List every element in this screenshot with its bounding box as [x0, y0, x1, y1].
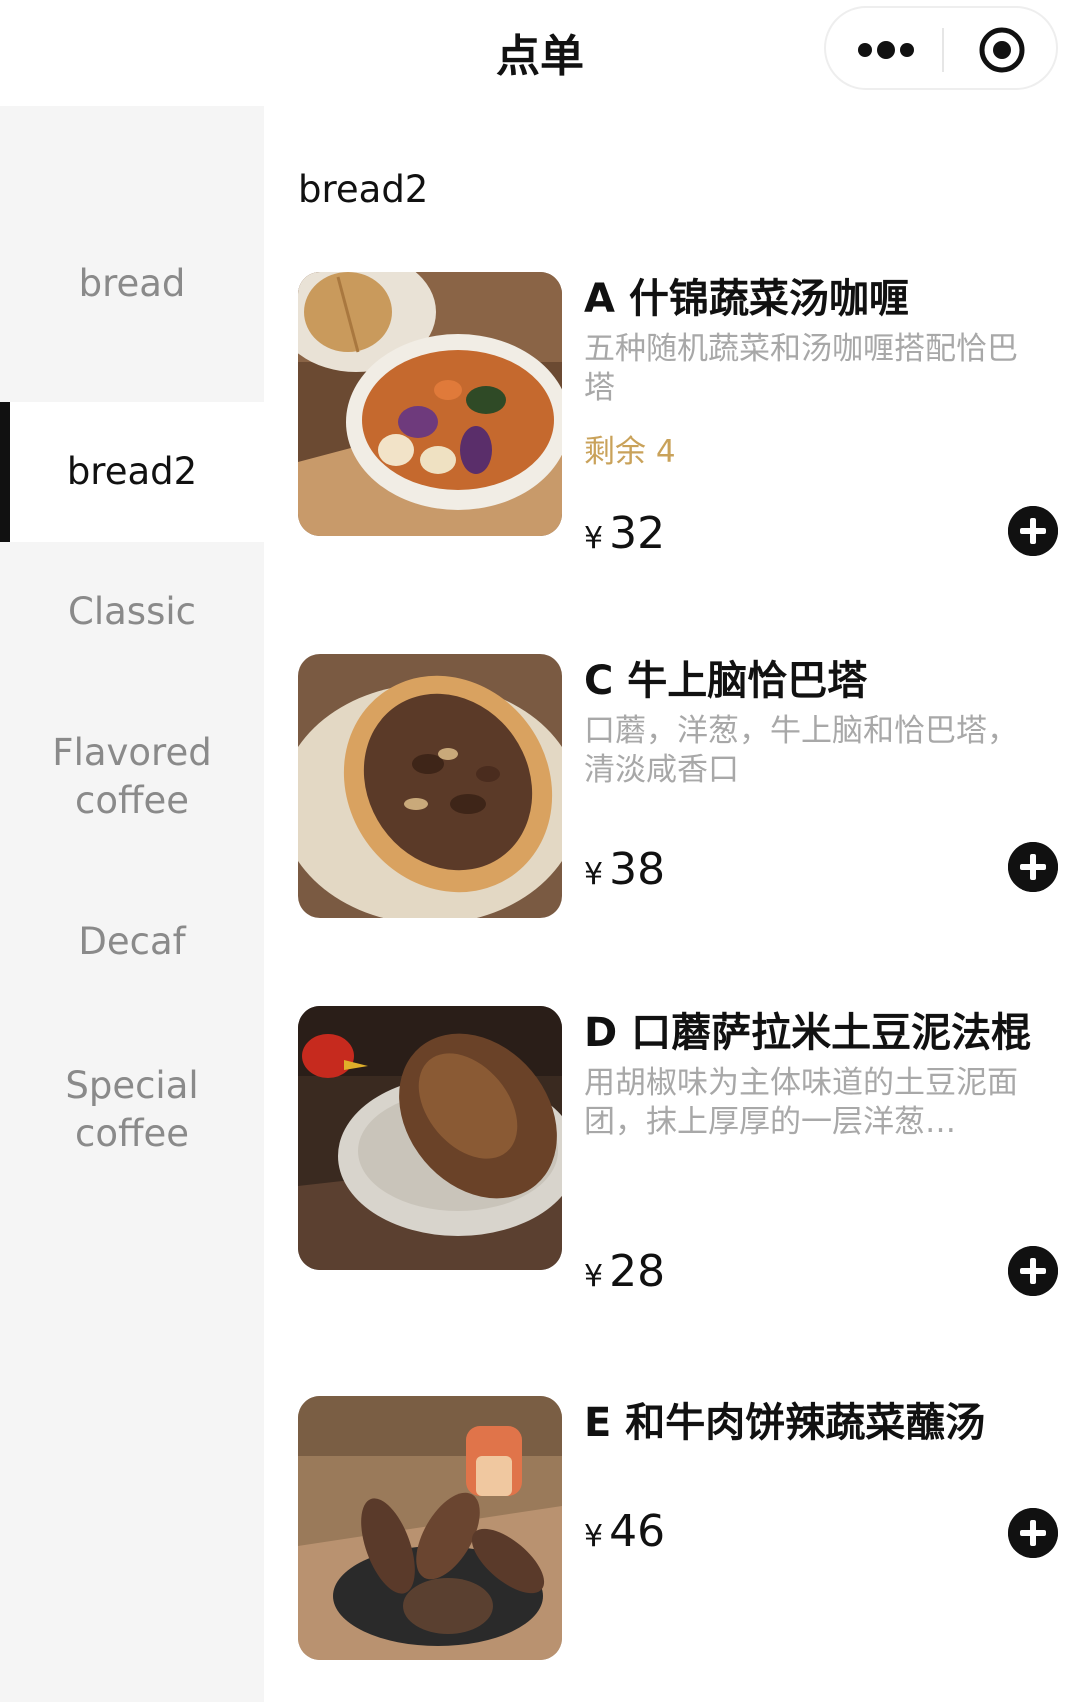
sidebar-item-label: Flavored coffee: [52, 730, 212, 822]
sidebar-item-label: bread: [78, 261, 186, 305]
price-value: 38: [609, 844, 666, 895]
capsule-divider: [942, 28, 944, 72]
sidebar-item-bread[interactable]: bread: [0, 106, 264, 402]
product-card[interactable]: C 牛上脑恰巴塔 口蘑，洋葱，牛上脑和恰巴塔，清淡咸香口 ¥38: [298, 654, 1058, 918]
stock-remaining: 剩余 4: [584, 434, 676, 470]
currency-symbol: ¥: [584, 1519, 604, 1554]
plus-circle-icon: [1008, 842, 1058, 892]
product-info: D 口蘑萨拉米土豆泥法棍 用胡椒味为主体味道的土豆泥面团，抹上厚厚的一层洋葱…: [584, 1006, 1040, 1142]
beef-sandwich-photo: [298, 654, 562, 918]
vegetable-curry-photo: [298, 272, 562, 536]
plus-circle-icon: [1008, 506, 1058, 556]
wagyu-patty-bread-photo: [298, 1396, 562, 1660]
add-to-cart-button[interactable]: [1008, 1246, 1058, 1296]
currency-symbol: ¥: [584, 1259, 604, 1294]
add-to-cart-button[interactable]: [1008, 506, 1058, 556]
sidebar-item-classic[interactable]: Classic: [0, 542, 264, 682]
product-name: C 牛上脑恰巴塔: [584, 658, 868, 704]
plus-circle-icon: [1008, 1246, 1058, 1296]
baguette-photo: [298, 1006, 562, 1270]
product-card[interactable]: E 和牛肉饼辣蔬菜蘸汤 ¥46: [298, 1396, 1058, 1660]
product-card[interactable]: A 什锦蔬菜汤咖喱 五种随机蔬菜和汤咖喱搭配恰巴塔 剩余 4 ¥32: [298, 272, 1058, 559]
product-description: 五种随机蔬菜和汤咖喱搭配恰巴塔: [584, 331, 1018, 406]
add-to-cart-button[interactable]: [1008, 842, 1058, 892]
sidebar-item-label: Classic: [68, 589, 196, 633]
sidebar-item-label: bread2: [66, 449, 198, 493]
product-description: 口蘑，洋葱，牛上脑和恰巴塔，清淡咸香口: [584, 713, 1018, 788]
product-price: ¥28: [584, 1246, 665, 1297]
product-name: D 口蘑萨拉米土豆泥法棍: [584, 1010, 1032, 1056]
product-info: A 什锦蔬菜汤咖喱 五种随机蔬菜和汤咖喱搭配恰巴塔 剩余 4: [584, 272, 1040, 471]
product-price: ¥46: [584, 1506, 665, 1557]
product-price: ¥32: [584, 508, 665, 559]
price-value: 32: [609, 508, 666, 559]
sidebar-item-special-coffee[interactable]: Special coffee: [0, 1012, 264, 1208]
currency-symbol: ¥: [584, 857, 604, 892]
sidebar-item-label: Special coffee: [65, 1063, 199, 1155]
target-circle-icon[interactable]: [978, 26, 1026, 74]
more-dots-icon[interactable]: [856, 34, 916, 66]
price-value: 28: [609, 1246, 666, 1297]
section-title: bread2: [298, 168, 429, 211]
product-info: E 和牛肉饼辣蔬菜蘸汤: [584, 1396, 1040, 1450]
add-to-cart-button[interactable]: [1008, 1508, 1058, 1558]
category-sidebar: bread bread2 Classic Flavored coffee Dec…: [0, 106, 264, 1702]
plus-circle-icon: [1008, 1508, 1058, 1558]
price-value: 46: [609, 1506, 666, 1557]
currency-symbol: ¥: [584, 521, 604, 556]
product-price: ¥38: [584, 844, 665, 895]
sidebar-item-decaf[interactable]: Decaf: [0, 872, 264, 1012]
product-info: C 牛上脑恰巴塔 口蘑，洋葱，牛上脑和恰巴塔，清淡咸香口: [584, 654, 1040, 790]
product-description: 用胡椒味为主体味道的土豆泥面团，抹上厚厚的一层洋葱…: [584, 1065, 1018, 1140]
product-name: E 和牛肉饼辣蔬菜蘸汤: [584, 1400, 986, 1446]
sidebar-item-bread2[interactable]: bread2: [0, 402, 264, 542]
sidebar-item-label: Decaf: [78, 919, 186, 963]
sidebar-item-flavored-coffee[interactable]: Flavored coffee: [0, 682, 264, 872]
mini-program-capsule: [824, 6, 1058, 90]
product-card[interactable]: D 口蘑萨拉米土豆泥法棍 用胡椒味为主体味道的土豆泥面团，抹上厚厚的一层洋葱… …: [298, 1006, 1058, 1297]
nav-bar: 点单: [0, 0, 1080, 106]
product-name: A 什锦蔬菜汤咖喱: [584, 276, 909, 322]
